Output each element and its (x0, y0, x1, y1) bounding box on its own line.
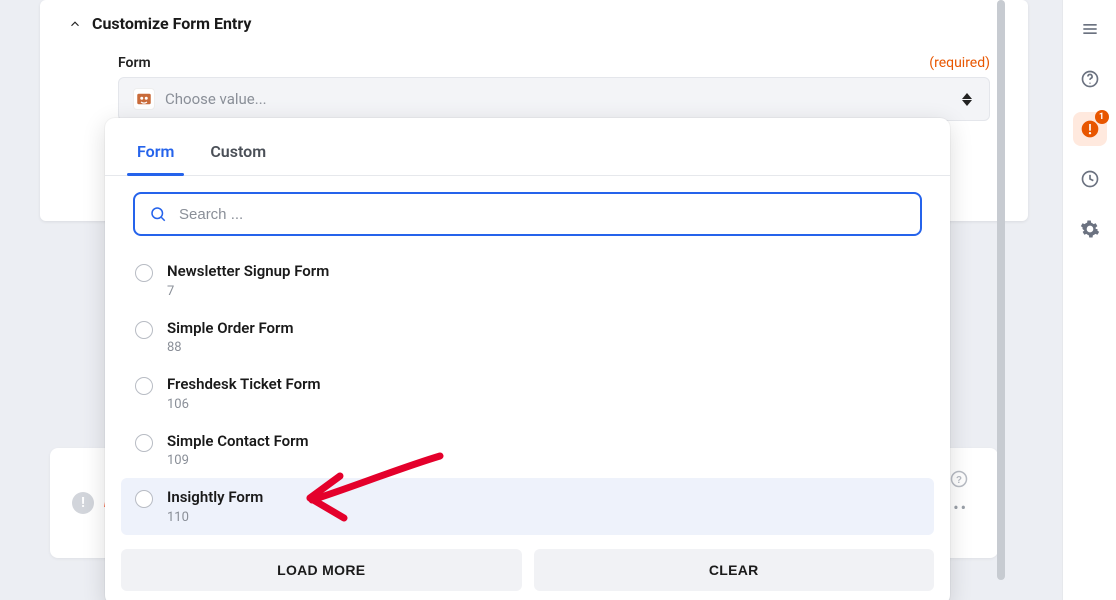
list-icon[interactable] (1073, 12, 1107, 46)
gear-icon[interactable] (1073, 212, 1107, 246)
history-icon[interactable] (1073, 162, 1107, 196)
form-selector-popover: Form Custom Newsletter Signup Form 7 (105, 118, 950, 600)
option-id: 110 (167, 510, 263, 525)
alert-badge: 1 (1095, 110, 1109, 124)
option-title: Insightly Form (167, 488, 263, 508)
option-title: Newsletter Signup Form (167, 262, 329, 282)
tab-form[interactable]: Form (133, 132, 178, 175)
svg-text:?: ? (956, 475, 962, 486)
option-newsletter-signup-form[interactable]: Newsletter Signup Form 7 (121, 252, 934, 309)
load-more-button[interactable]: LOAD MORE (121, 549, 522, 591)
help-icon[interactable] (1073, 62, 1107, 96)
dropdown-placeholder: Choose value... (165, 90, 949, 108)
scrollbar-thumb[interactable] (997, 0, 1005, 580)
radio-icon (135, 490, 153, 508)
alert-icon[interactable]: 1 (1073, 112, 1107, 146)
tab-custom[interactable]: Custom (206, 132, 270, 175)
search-input[interactable] (179, 206, 906, 223)
option-title: Freshdesk Ticket Form (167, 375, 321, 395)
chevron-up-icon[interactable] (68, 17, 82, 31)
field-label-form: Form (118, 55, 151, 71)
search-box[interactable] (133, 192, 922, 236)
search-icon (149, 205, 167, 223)
right-sidebar: 1 (1062, 0, 1116, 600)
radio-icon (135, 434, 153, 452)
option-id: 88 (167, 340, 293, 355)
clear-button[interactable]: CLEAR (534, 549, 935, 591)
option-insightly-form[interactable]: Insightly Form 110 (121, 478, 934, 535)
option-id: 109 (167, 453, 309, 468)
options-list: Newsletter Signup Form 7 Simple Order Fo… (105, 242, 950, 545)
option-id: 106 (167, 397, 321, 412)
option-title: Simple Order Form (167, 319, 293, 339)
option-simple-order-form[interactable]: Simple Order Form 88 (121, 309, 934, 366)
radio-icon (135, 377, 153, 395)
radio-icon (135, 321, 153, 339)
option-freshdesk-ticket-form[interactable]: Freshdesk Ticket Form 106 (121, 365, 934, 422)
dropdown-caret-icon (959, 91, 975, 107)
form-dropdown[interactable]: Choose value... (118, 77, 990, 121)
wpforms-icon (133, 88, 155, 110)
option-title: Simple Contact Form (167, 432, 309, 452)
help-icon[interactable]: ? (950, 470, 968, 492)
panel-title: Customize Form Entry (92, 14, 251, 33)
scrollbar[interactable] (994, 0, 1008, 600)
required-indicator: (required) (929, 55, 990, 71)
option-id: 7 (167, 284, 329, 299)
radio-icon (135, 264, 153, 282)
option-simple-contact-form[interactable]: Simple Contact Form 109 (121, 422, 934, 479)
warning-badge-icon: ! (72, 492, 94, 514)
